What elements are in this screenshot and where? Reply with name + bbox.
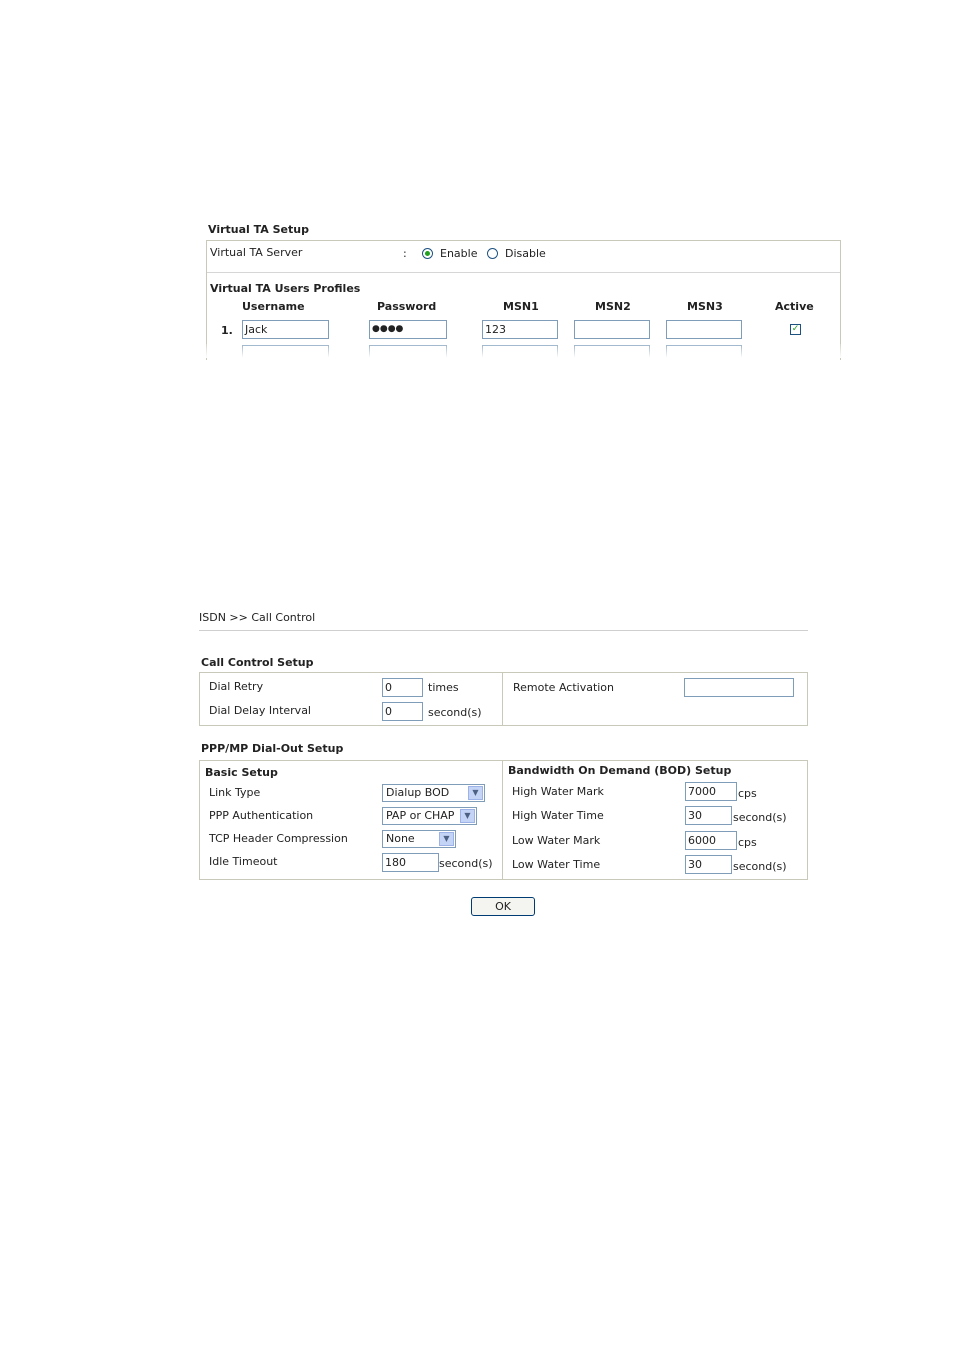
idle-timeout-unit: second(s) [439,857,493,870]
cutoff-fade [200,344,850,358]
high-water-mark-input[interactable]: 7000 [685,782,737,801]
msn2-input[interactable] [574,320,650,339]
profiles-title: Virtual TA Users Profiles [210,282,361,295]
low-water-time-label: Low Water Time [512,858,601,871]
password-input[interactable]: ●●●● [369,320,447,339]
tcp-header-select[interactable]: None ▼ [382,830,456,848]
basic-setup-title: Basic Setup [205,766,278,779]
remote-activation-label: Remote Activation [513,681,615,694]
breadcrumb: ISDN >> Call Control [199,611,316,624]
disable-label: Disable [505,247,546,260]
virtual-ta-server-label: Virtual TA Server [210,246,303,259]
enable-label: Enable [440,247,478,260]
checkmark-icon: ✓ [791,324,800,334]
bod-setup-title: Bandwidth On Demand (BOD) Setup [508,764,732,777]
dial-delay-label: Dial Delay Interval [209,704,311,717]
call-control-setup-title: Call Control Setup [201,656,314,669]
high-water-mark-unit: cps [738,787,757,800]
ok-button[interactable]: OK [471,897,535,916]
username-input[interactable]: Jack [242,320,329,339]
msn1-input[interactable]: 123 [482,320,558,339]
tcp-header-label: TCP Header Compression [209,832,348,845]
column-header-msn3: MSN3 [687,300,723,313]
ppp-auth-select[interactable]: PAP or CHAP ▼ [382,807,477,825]
high-water-time-unit: second(s) [733,811,787,824]
link-type-value: Dialup BOD [386,786,450,799]
active-checkbox[interactable]: ✓ [790,324,801,335]
ppp-auth-label: PPP Authentication [209,809,314,822]
divider [207,272,840,273]
low-water-mark-input[interactable]: 6000 [685,831,737,850]
column-header-password: Password [377,300,437,313]
link-type-label: Link Type [209,786,261,799]
high-water-time-input[interactable]: 30 [685,806,732,825]
low-water-mark-unit: cps [738,836,757,849]
low-water-time-input[interactable]: 30 [685,855,732,874]
ppp-auth-value: PAP or CHAP [386,809,455,822]
high-water-mark-label: High Water Mark [512,785,604,798]
server-colon: : [403,247,407,260]
high-water-time-label: High Water Time [512,809,604,822]
low-water-time-unit: second(s) [733,860,787,873]
dial-retry-label: Dial Retry [209,680,264,693]
enable-radio[interactable] [422,248,433,259]
breadcrumb-divider [199,630,808,631]
panel-separator [502,673,503,725]
remote-activation-input[interactable] [684,678,794,697]
tcp-header-value: None [386,832,415,845]
chevron-down-icon[interactable]: ▼ [439,832,454,846]
dial-delay-unit: second(s) [428,706,482,719]
chevron-down-icon[interactable]: ▼ [460,809,475,823]
virtual-ta-section-title: Virtual TA Setup [208,223,309,236]
ppp-panel-separator [502,761,503,879]
link-type-select[interactable]: Dialup BOD ▼ [382,784,485,802]
disable-radio[interactable] [487,248,498,259]
idle-timeout-input[interactable]: 180 [382,853,439,872]
dial-retry-unit: times [428,681,459,694]
column-header-msn2: MSN2 [595,300,631,313]
column-header-active: Active [775,300,814,313]
row-index: 1. [221,324,233,337]
idle-timeout-label: Idle Timeout [209,855,278,868]
low-water-mark-label: Low Water Mark [512,834,601,847]
dial-retry-input[interactable]: 0 [382,678,423,697]
dial-delay-input[interactable]: 0 [382,702,423,721]
chevron-down-icon[interactable]: ▼ [468,786,483,800]
column-header-username: Username [242,300,305,313]
column-header-msn1: MSN1 [503,300,539,313]
ppp-dialout-title: PPP/MP Dial-Out Setup [201,742,344,755]
msn3-input[interactable] [666,320,742,339]
